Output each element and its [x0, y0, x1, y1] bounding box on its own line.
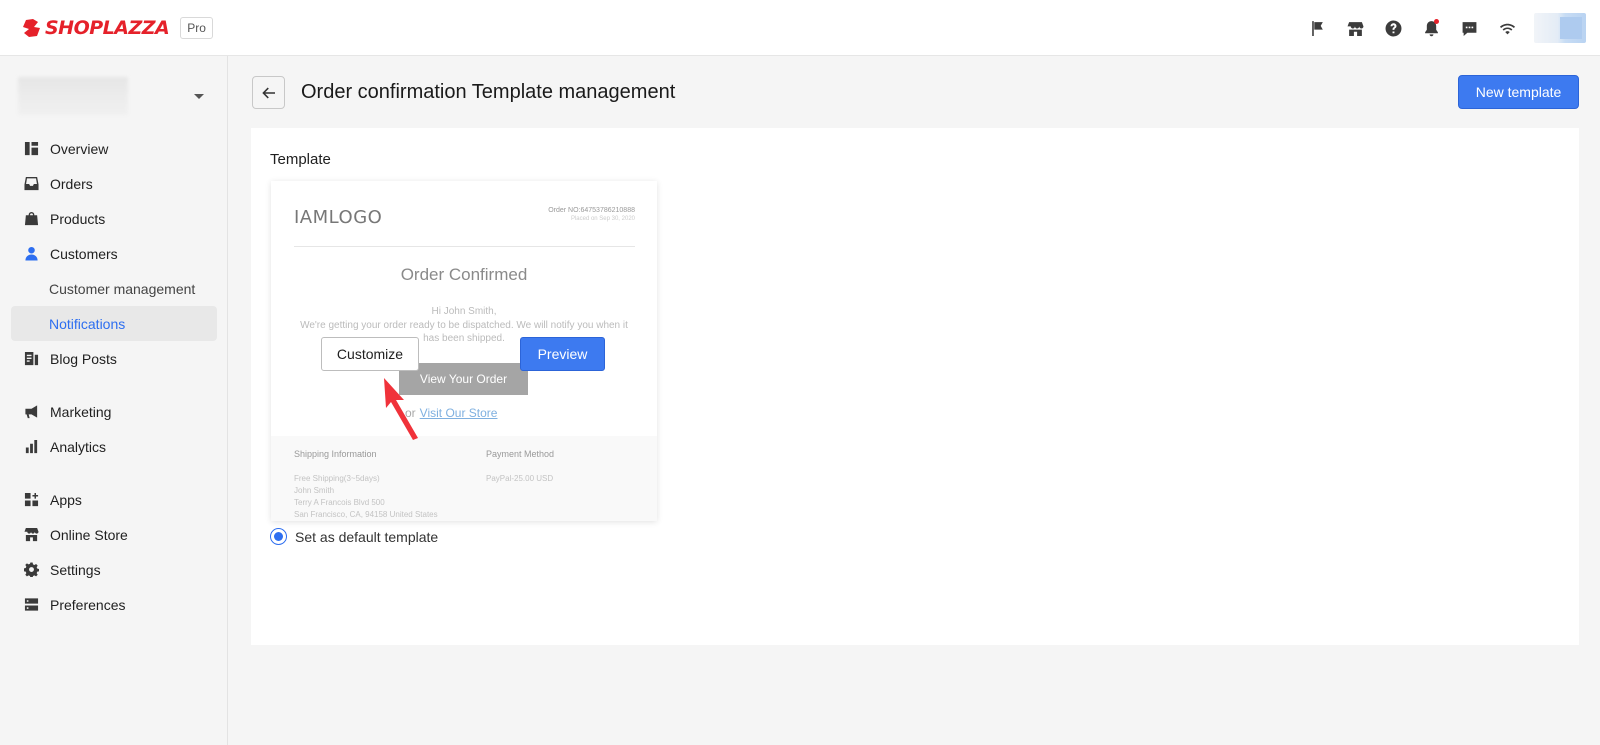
store-switcher[interactable] [18, 76, 208, 116]
sidebar-nav: Overview Orders Products Customers Custo… [11, 131, 217, 622]
sidebar-item-label: Settings [50, 561, 101, 578]
template-card: Template IAMLOGO Order NO:64753786210888… [251, 128, 1579, 645]
user-avatar[interactable] [1534, 13, 1586, 43]
preview-shipping-lines: Free Shipping(3~5days) John Smith Terry … [294, 473, 438, 521]
preview-logo: IAMLOGO [294, 207, 383, 228]
help-icon[interactable] [1374, 9, 1412, 47]
gear-icon [24, 562, 39, 577]
preview-shipping-title: Shipping Information [294, 449, 377, 459]
logo-text: SHOPLAZZA [45, 16, 170, 39]
blog-icon [24, 351, 39, 366]
wifi-icon[interactable] [1488, 9, 1526, 47]
sidebar-item-label: Orders [50, 175, 93, 192]
sidebar-item-online-store[interactable]: Online Store [11, 517, 217, 552]
sidebar-item-label: Blog Posts [50, 350, 117, 367]
store-name-blurred [18, 77, 128, 115]
preview-placed-date: Placed on Sep 30, 2020 [570, 216, 635, 222]
new-template-button[interactable]: New template [1458, 75, 1579, 109]
preview-shipping-line: San Francisco, CA, 94158 United States [294, 510, 438, 519]
flag-icon[interactable] [1298, 9, 1336, 47]
arrow-left-icon [261, 87, 275, 98]
sidebar-item-notifications[interactable]: Notifications [11, 306, 217, 341]
sidebar-item-label: Analytics [50, 438, 107, 455]
store-icon[interactable] [1336, 9, 1374, 47]
logo-icon [23, 18, 40, 37]
sidebar-item-customers[interactable]: Customers [11, 236, 217, 271]
sidebar-item-settings[interactable]: Settings [11, 552, 217, 587]
sidebar-item-label: Notifications [49, 315, 126, 332]
plan-badge: Pro [180, 16, 213, 39]
bar-chart-icon [25, 439, 38, 454]
sidebar-item-label: Customers [50, 245, 118, 262]
page-title: Order confirmation Template management [301, 81, 676, 103]
sidebar-item-apps[interactable]: Apps [11, 482, 217, 517]
shoplazza-logo[interactable]: SHOPLAZZA Pro [22, 16, 213, 39]
radio-button[interactable] [270, 528, 287, 545]
sidebar-item-label: Marketing [50, 403, 112, 420]
preview-payment-method: Payment Method PayPal-25.00 USD [486, 449, 554, 485]
sidebar-item-label: Products [50, 210, 106, 227]
preview-heading: Order Confirmed [400, 265, 528, 284]
preview-greeting: Hi John Smith, [431, 306, 497, 317]
sidebar-item-customer-management[interactable]: Customer management [11, 271, 217, 306]
store-icon [24, 527, 39, 542]
preferences-icon [24, 598, 39, 611]
preview-payment-line: PayPal-25.00 USD [486, 474, 554, 483]
preview-divider [294, 246, 635, 247]
top-actions [1298, 0, 1586, 56]
sidebar-item-label: Customer management [49, 280, 196, 297]
sidebar-item-overview[interactable]: Overview [11, 131, 217, 166]
bag-icon [24, 211, 39, 226]
sidebar-item-analytics[interactable]: Analytics [11, 429, 217, 464]
annotation-arrow-icon [384, 378, 418, 440]
sidebar-item-label: Preferences [50, 596, 126, 613]
sidebar-item-label: Apps [50, 491, 82, 508]
back-button[interactable] [252, 76, 285, 109]
sidebar-item-label: Online Store [50, 526, 128, 543]
preview-shipping-line: Terry A Francois Blvd 500 [294, 498, 385, 507]
sidebar-item-preferences[interactable]: Preferences [11, 587, 217, 622]
preview-shipping-info: Shipping Information Free Shipping(3~5da… [294, 449, 438, 521]
sidebar-item-label: Overview [50, 140, 109, 157]
person-icon [25, 246, 38, 261]
top-bar: SHOPLAZZA Pro [0, 0, 1600, 56]
bell-icon[interactable] [1412, 9, 1450, 47]
inbox-icon [24, 176, 39, 191]
preview-order-info: Order NO:64753786210888 Placed on Sep 30… [548, 207, 635, 222]
preview-shipping-line: Free Shipping(3~5days) [294, 474, 380, 483]
chevron-down-icon [194, 93, 204, 99]
preview-shipping-line: John Smith [294, 486, 335, 495]
overview-icon [24, 141, 39, 156]
default-template-label: Set as default template [295, 528, 439, 545]
apps-icon [24, 492, 39, 507]
sidebar-item-orders[interactable]: Orders [11, 166, 217, 201]
sidebar-item-blog-posts[interactable]: Blog Posts [11, 341, 217, 376]
message-icon[interactable] [1450, 9, 1488, 47]
sidebar: Overview Orders Products Customers Custo… [0, 56, 228, 745]
template-label: Template [270, 151, 331, 168]
radio-selected-dot [274, 532, 283, 541]
sidebar-item-products[interactable]: Products [11, 201, 217, 236]
customize-button[interactable]: Customize [321, 337, 419, 371]
preview-order-number: Order NO:64753786210888 [548, 207, 635, 214]
preview-payment-title: Payment Method [486, 449, 555, 459]
sidebar-item-marketing[interactable]: Marketing [11, 394, 217, 429]
default-template-radio[interactable]: Set as default template [270, 528, 438, 545]
notification-dot [1434, 19, 1439, 24]
preview-footer: Shipping Information Free Shipping(3~5da… [271, 436, 657, 521]
preview-button[interactable]: Preview [520, 337, 605, 371]
megaphone-icon [25, 405, 38, 419]
